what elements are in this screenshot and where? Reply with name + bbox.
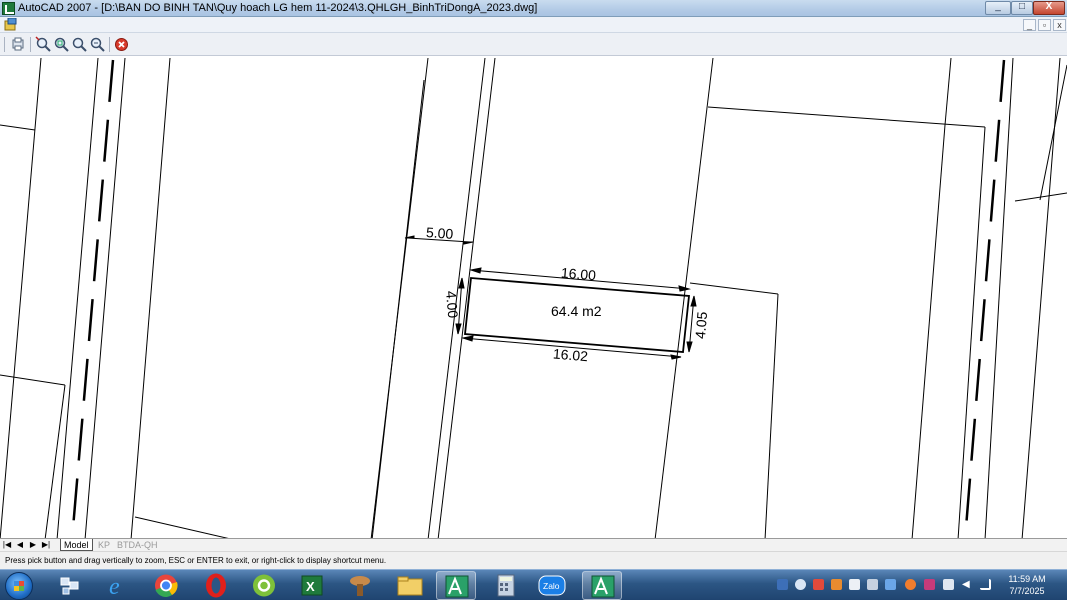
- signal-strength-icon[interactable]: [980, 579, 991, 590]
- arrowhead: [458, 277, 465, 289]
- tab-kp[interactable]: KP: [95, 539, 113, 551]
- status-prompt: Press pick button and drag vertically to…: [5, 556, 387, 565]
- lot-line: [944, 57, 952, 126]
- clock-date: 7/7/2025: [1009, 586, 1045, 596]
- volume-icon[interactable]: ◀: [962, 579, 973, 590]
- road-centerline: [70, 59, 115, 538]
- lot-line: [654, 57, 714, 538]
- document-bar: _ ▫ x: [0, 17, 1067, 33]
- svg-text:Zalo: Zalo: [543, 581, 560, 591]
- arrowhead: [461, 335, 474, 342]
- dim-text-top: 16.00: [560, 264, 596, 283]
- doc-close-button[interactable]: x: [1053, 19, 1066, 31]
- arrowhead: [455, 323, 462, 335]
- arrowhead: [690, 295, 697, 307]
- coccoc-icon[interactable]: [244, 571, 284, 600]
- drawing-canvas[interactable]: 16.00 16.02 64.4 m2 4.00 4.05 5.00: [0, 56, 1067, 538]
- zoom-realtime-icon[interactable]: [35, 36, 52, 53]
- tab-btda-qh[interactable]: BTDA-QH: [114, 539, 161, 551]
- street-line: [84, 57, 126, 538]
- parcel-linework: [0, 57, 1067, 538]
- toolbar-separator: [30, 37, 31, 52]
- toolbar-grip: [4, 37, 5, 52]
- action-center-flag-icon[interactable]: [867, 579, 878, 590]
- lot-line: [0, 124, 36, 131]
- network-status-icon[interactable]: [849, 579, 860, 590]
- chrome-icon[interactable]: [146, 571, 186, 600]
- zalo-icon[interactable]: Zalo: [532, 571, 572, 600]
- antivirus-icon[interactable]: [813, 579, 824, 590]
- last-tab-button[interactable]: ▶|: [41, 540, 51, 550]
- lot-line: [707, 106, 986, 128]
- zoom-extents-icon[interactable]: [89, 36, 106, 53]
- dim-text-road: 5.00: [426, 224, 455, 242]
- taskbar-clock[interactable]: 11:59 AM 7/7/2025: [1005, 573, 1049, 597]
- excel-icon[interactable]: X: [292, 571, 332, 600]
- layout-tab-bar: |◀ ◀ ▶ ▶| Model KP BTDA-QH: [0, 538, 1067, 551]
- lot-line: [764, 293, 779, 538]
- preview-toolbar: [0, 33, 1067, 56]
- calculator-icon[interactable]: [486, 571, 526, 600]
- autocad-icon-2[interactable]: [582, 571, 622, 600]
- first-tab-button[interactable]: |◀: [2, 540, 12, 550]
- opera-icon[interactable]: [196, 571, 236, 600]
- autocad-app-icon[interactable]: [2, 2, 15, 15]
- file-explorer-icon[interactable]: [390, 571, 430, 600]
- internet-explorer-icon[interactable]: e: [98, 571, 138, 600]
- maximize-button[interactable]: □: [1011, 1, 1033, 15]
- close-button[interactable]: X: [1033, 1, 1065, 15]
- document-icon[interactable]: [4, 18, 18, 31]
- street-line: [130, 57, 171, 538]
- street-line: [1039, 64, 1067, 201]
- arrowhead: [678, 285, 691, 292]
- area-label: 64.4 m2: [551, 303, 602, 319]
- window-title: AutoCAD 2007 - [D:\BAN DO BINH TAN\Quy h…: [18, 2, 538, 14]
- doc-minimize-button[interactable]: _: [1023, 19, 1036, 31]
- clock-time: 11:59 AM: [1008, 574, 1046, 584]
- status-bar: Press pick button and drag vertically to…: [0, 551, 1067, 569]
- zoom-window-icon[interactable]: [53, 36, 70, 53]
- next-tab-button[interactable]: ▶: [28, 540, 38, 550]
- bluetooth-icon[interactable]: [885, 579, 896, 590]
- zoom-previous-icon[interactable]: [71, 36, 88, 53]
- svg-text:X: X: [306, 579, 315, 594]
- device-icon[interactable]: [943, 579, 954, 590]
- autocad-icon[interactable]: [436, 571, 476, 600]
- arrowhead: [469, 267, 482, 274]
- network-manager-icon[interactable]: [50, 571, 90, 600]
- security-icon[interactable]: [831, 579, 842, 590]
- arrowhead: [670, 354, 682, 360]
- dim-text-bottom: 16.02: [552, 345, 588, 364]
- dim-text-right: 4.05: [692, 311, 710, 340]
- road-centerlines: [70, 59, 1006, 538]
- close-preview-icon[interactable]: [113, 36, 130, 53]
- lot-line: [911, 124, 946, 538]
- lot-line: [134, 516, 229, 538]
- tab-model[interactable]: Model: [60, 539, 93, 551]
- minimize-button[interactable]: _: [985, 1, 1011, 15]
- dim-text-left: 4.00: [443, 290, 461, 319]
- lot-line: [689, 282, 779, 295]
- arrowhead: [463, 241, 474, 245]
- svg-text:e: e: [109, 574, 120, 600]
- lot-line: [0, 374, 66, 386]
- taskbar: e X Zalo ◀ 11:59 AM 7/7/2025: [0, 569, 1067, 600]
- toolbar-separator: [109, 37, 110, 52]
- keyboard-language-icon[interactable]: [777, 579, 788, 590]
- title-bar[interactable]: AutoCAD 2007 - [D:\BAN DO BINH TAN\Quy h…: [0, 0, 1067, 17]
- app-icon[interactable]: [340, 571, 380, 600]
- street-line: [56, 57, 99, 538]
- lot-line: [44, 384, 66, 538]
- street-line: [371, 79, 425, 538]
- pan-realtime-icon[interactable]: [10, 36, 27, 53]
- vpn-icon[interactable]: [924, 579, 935, 590]
- doc-restore-button[interactable]: ▫: [1038, 19, 1051, 31]
- windows-start-orb-icon[interactable]: [5, 572, 33, 600]
- prev-tab-button[interactable]: ◀: [15, 540, 25, 550]
- drawing-svg[interactable]: 16.00 16.02 64.4 m2 4.00 4.05 5.00: [0, 56, 1067, 538]
- arrowhead: [686, 341, 693, 353]
- update-icon[interactable]: [905, 579, 916, 590]
- unikey-icon[interactable]: [795, 579, 806, 590]
